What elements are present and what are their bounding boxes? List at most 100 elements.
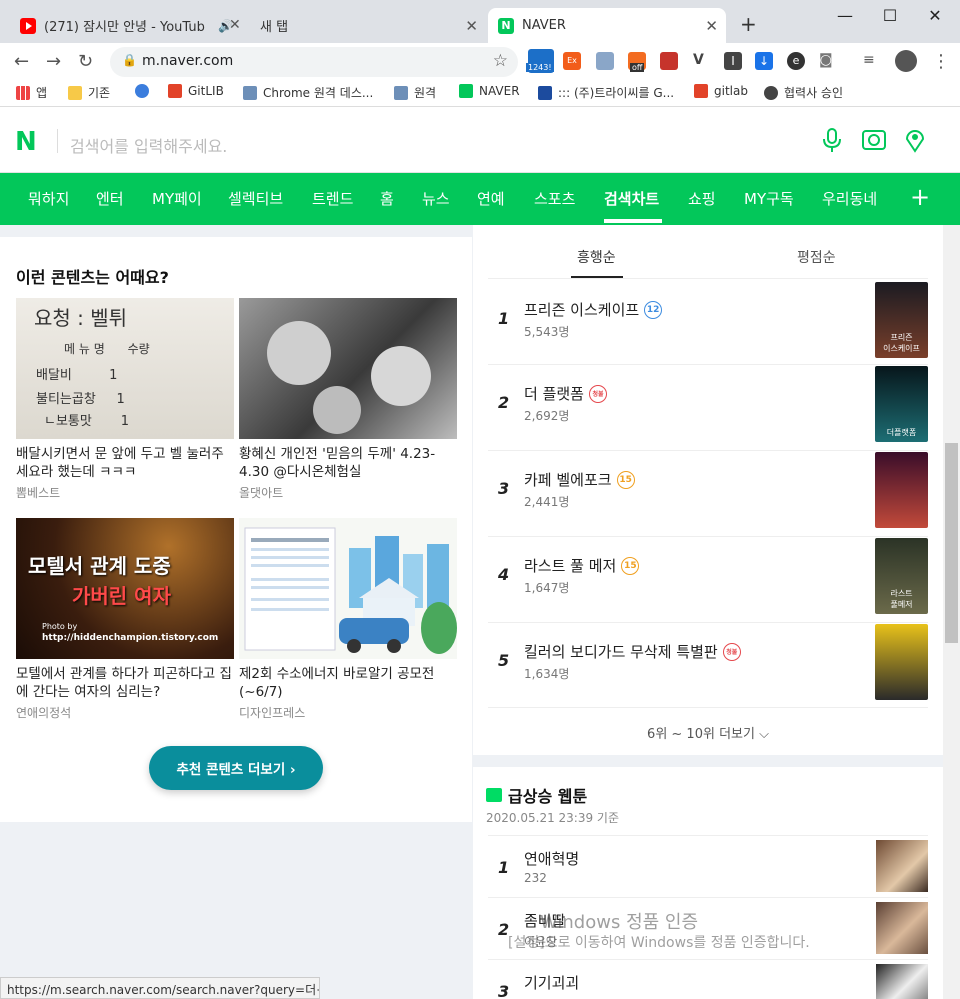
card-source: 연애의정석: [16, 706, 72, 720]
nav-item[interactable]: MY페이: [152, 188, 202, 209]
bookmark-gitlib[interactable]: GitLIB: [168, 84, 224, 98]
location-pin-icon[interactable]: [903, 127, 927, 159]
tab-rating[interactable]: 평점순: [797, 247, 836, 267]
movie-poster: [875, 624, 928, 700]
window-close-button[interactable]: ✕: [920, 6, 950, 25]
nav-item[interactable]: 뭐하지: [28, 188, 69, 209]
movie-title: 카페 벨에포크 15: [524, 469, 635, 490]
nav-item[interactable]: 쇼핑: [688, 188, 716, 209]
tab-box-office[interactable]: 흥행순: [577, 247, 616, 267]
movie-row[interactable]: 5 킬러의 보디가드 무삭제 특별판 청불 1,634명: [488, 622, 928, 708]
maximize-button[interactable]: ☐: [875, 6, 905, 25]
rank-number: 1: [498, 858, 510, 877]
nav-item[interactable]: 우리동네: [822, 188, 877, 209]
poster-text: 프리즌 이스케이프: [883, 333, 920, 353]
close-icon[interactable]: ✕: [705, 17, 718, 35]
bookmark-remote[interactable]: 원격: [394, 84, 436, 101]
reload-icon[interactable]: ↻: [78, 51, 93, 72]
poster-text: 더플랫폼: [886, 428, 917, 437]
new-tab-button[interactable]: +: [740, 12, 757, 36]
portrait-illustration: [267, 321, 431, 434]
bookmark-apps[interactable]: 앱: [16, 84, 47, 101]
movie-row[interactable]: 3 카페 벨에포크 15 2,441명: [488, 450, 928, 536]
search-input[interactable]: 검색어를 입력해주세요.: [70, 133, 227, 157]
card-title: 배달시키면서 문 앞에 두고 벨 눌러주세요라 했는데 ㅋㅋㅋ: [16, 446, 224, 480]
webtoon-row[interactable]: 1 연애혁명 232: [488, 835, 928, 897]
more-ranking-link[interactable]: 6위 ~ 10위 더보기 ⌵: [473, 723, 943, 742]
webtoon-thumbnail: [876, 840, 928, 892]
forward-icon[interactable]: →: [46, 51, 61, 72]
naver-icon: [459, 84, 473, 98]
tab-close-youtube[interactable]: ✕: [229, 17, 241, 33]
lens-camera-icon[interactable]: [861, 127, 887, 159]
tab-youtube[interactable]: (271) 잠시만 안녕 - YouTub 🔊: [10, 8, 248, 43]
movie-title: 라스트 풀 메저 15: [524, 555, 640, 576]
more-content-button[interactable]: 추천 콘텐츠 더보기 ›: [149, 746, 323, 790]
poster-text: 라스트 풀메저: [890, 589, 913, 609]
v-extension-icon[interactable]: V: [693, 52, 711, 70]
webtoon-row[interactable]: 3 기기괴괴: [488, 959, 928, 999]
naver-logo[interactable]: N: [15, 127, 37, 157]
back-icon[interactable]: ←: [14, 51, 29, 72]
pdf-extension-icon[interactable]: [660, 52, 678, 70]
download-extension-icon[interactable]: ↓: [755, 52, 773, 70]
card-thumbnail: [239, 518, 457, 659]
nav-item[interactable]: 스포츠: [534, 188, 575, 209]
bookmark-naver[interactable]: NAVER: [459, 84, 520, 98]
youtube-icon: [20, 17, 36, 34]
bookmark-tricy[interactable]: ::: (주)트라이씨를 G...: [538, 84, 674, 101]
poster-illustration: [244, 527, 457, 654]
age-rating-badge: 15: [616, 470, 635, 489]
bookmark-star-icon[interactable]: ☆: [493, 51, 508, 71]
movie-row[interactable]: 2 더 플랫폼 청불 2,692명 더플랫폼: [488, 364, 928, 450]
info-extension-icon[interactable]: I: [724, 52, 742, 70]
bookmark-folder[interactable]: 기존: [68, 84, 110, 101]
camera-extension-icon[interactable]: ◙: [819, 52, 837, 70]
minimize-button[interactable]: —: [830, 6, 860, 25]
nav-item-active[interactable]: 검색차트: [604, 188, 659, 209]
microphone-icon[interactable]: [820, 127, 844, 159]
content-card[interactable]: 요청 : 벨튀 메 뉴 명 수량 배달비 1 불티는곱창 1 ㄴ보통맛 1 배달…: [16, 298, 234, 501]
close-icon[interactable]: ✕: [465, 17, 478, 35]
url-text: m.naver.com: [142, 53, 234, 69]
nav-item[interactable]: 셀렉티브: [228, 188, 283, 209]
nav-item[interactable]: 트렌드: [312, 188, 353, 209]
thumb-text: 메 뉴 명 수량: [64, 342, 150, 356]
profile-avatar[interactable]: [895, 50, 917, 72]
tab-title: (271) 잠시만 안녕 - YouTub: [44, 20, 205, 35]
tab-new[interactable]: 새 탭 ✕: [250, 8, 486, 43]
thumb-text: 배달비 1: [36, 368, 118, 383]
nav-item[interactable]: 연예: [477, 188, 505, 209]
nav-item[interactable]: MY구독: [744, 188, 794, 209]
playlist-icon[interactable]: ≡: [863, 52, 881, 70]
tab-naver[interactable]: N NAVER ✕: [488, 8, 726, 43]
nav-item[interactable]: 엔터: [96, 188, 124, 209]
off-badge: off: [630, 63, 645, 72]
nav-item[interactable]: 홈: [380, 188, 394, 209]
nav-item[interactable]: 뉴스: [422, 188, 450, 209]
movie-row[interactable]: 1 프리즌 이스케이프 12 5,543명 프리즌 이스케이프: [488, 281, 928, 367]
bookmark-partner[interactable]: 협력사 승인: [764, 84, 843, 101]
bookmark-blank[interactable]: [135, 84, 155, 98]
section-heading: 급상승 웹툰: [486, 783, 587, 807]
content-area: 이런 콘텐츠는 어때요? 요청 : 벨튀 메 뉴 명 수량 배달비 1 불티는곱…: [0, 225, 960, 999]
content-card[interactable]: 모텔서 관계 도중 가버린 여자 Photo by http://hiddenc…: [16, 518, 234, 721]
scrollbar-thumb[interactable]: [945, 443, 958, 643]
audience-count: 2,441명: [524, 495, 570, 509]
age-rating-badge: 15: [621, 556, 640, 575]
e-extension-icon[interactable]: e: [787, 52, 805, 70]
naver-header: N 검색어를 입력해주세요.: [0, 107, 960, 173]
menu-icon[interactable]: ⋮: [932, 51, 950, 72]
bookmark-chrome-remote[interactable]: Chrome 원격 데스...: [243, 84, 373, 101]
address-bar[interactable]: 🔒 m.naver.com ☆: [110, 47, 518, 77]
photo-extension-icon[interactable]: [596, 52, 614, 70]
remote-icon: [394, 85, 408, 100]
bookmark-gitlab[interactable]: gitlab: [694, 84, 748, 98]
nav-add-button[interactable]: +: [910, 183, 930, 211]
content-card[interactable]: 황혜신 개인전 '믿음의 두께' 4.23-4.30 @다시온체험실 올댓아트: [239, 298, 457, 501]
divider: [57, 129, 58, 153]
rank-number: 2: [498, 393, 510, 412]
content-card[interactable]: 제2회 수소에너지 바로알기 공모전 (~6/7) 디자인프레스: [239, 518, 457, 721]
ex-extension-icon[interactable]: Ex: [563, 52, 581, 70]
movie-row[interactable]: 4 라스트 풀 메저 15 1,647명 라스트 풀메저: [488, 536, 928, 622]
